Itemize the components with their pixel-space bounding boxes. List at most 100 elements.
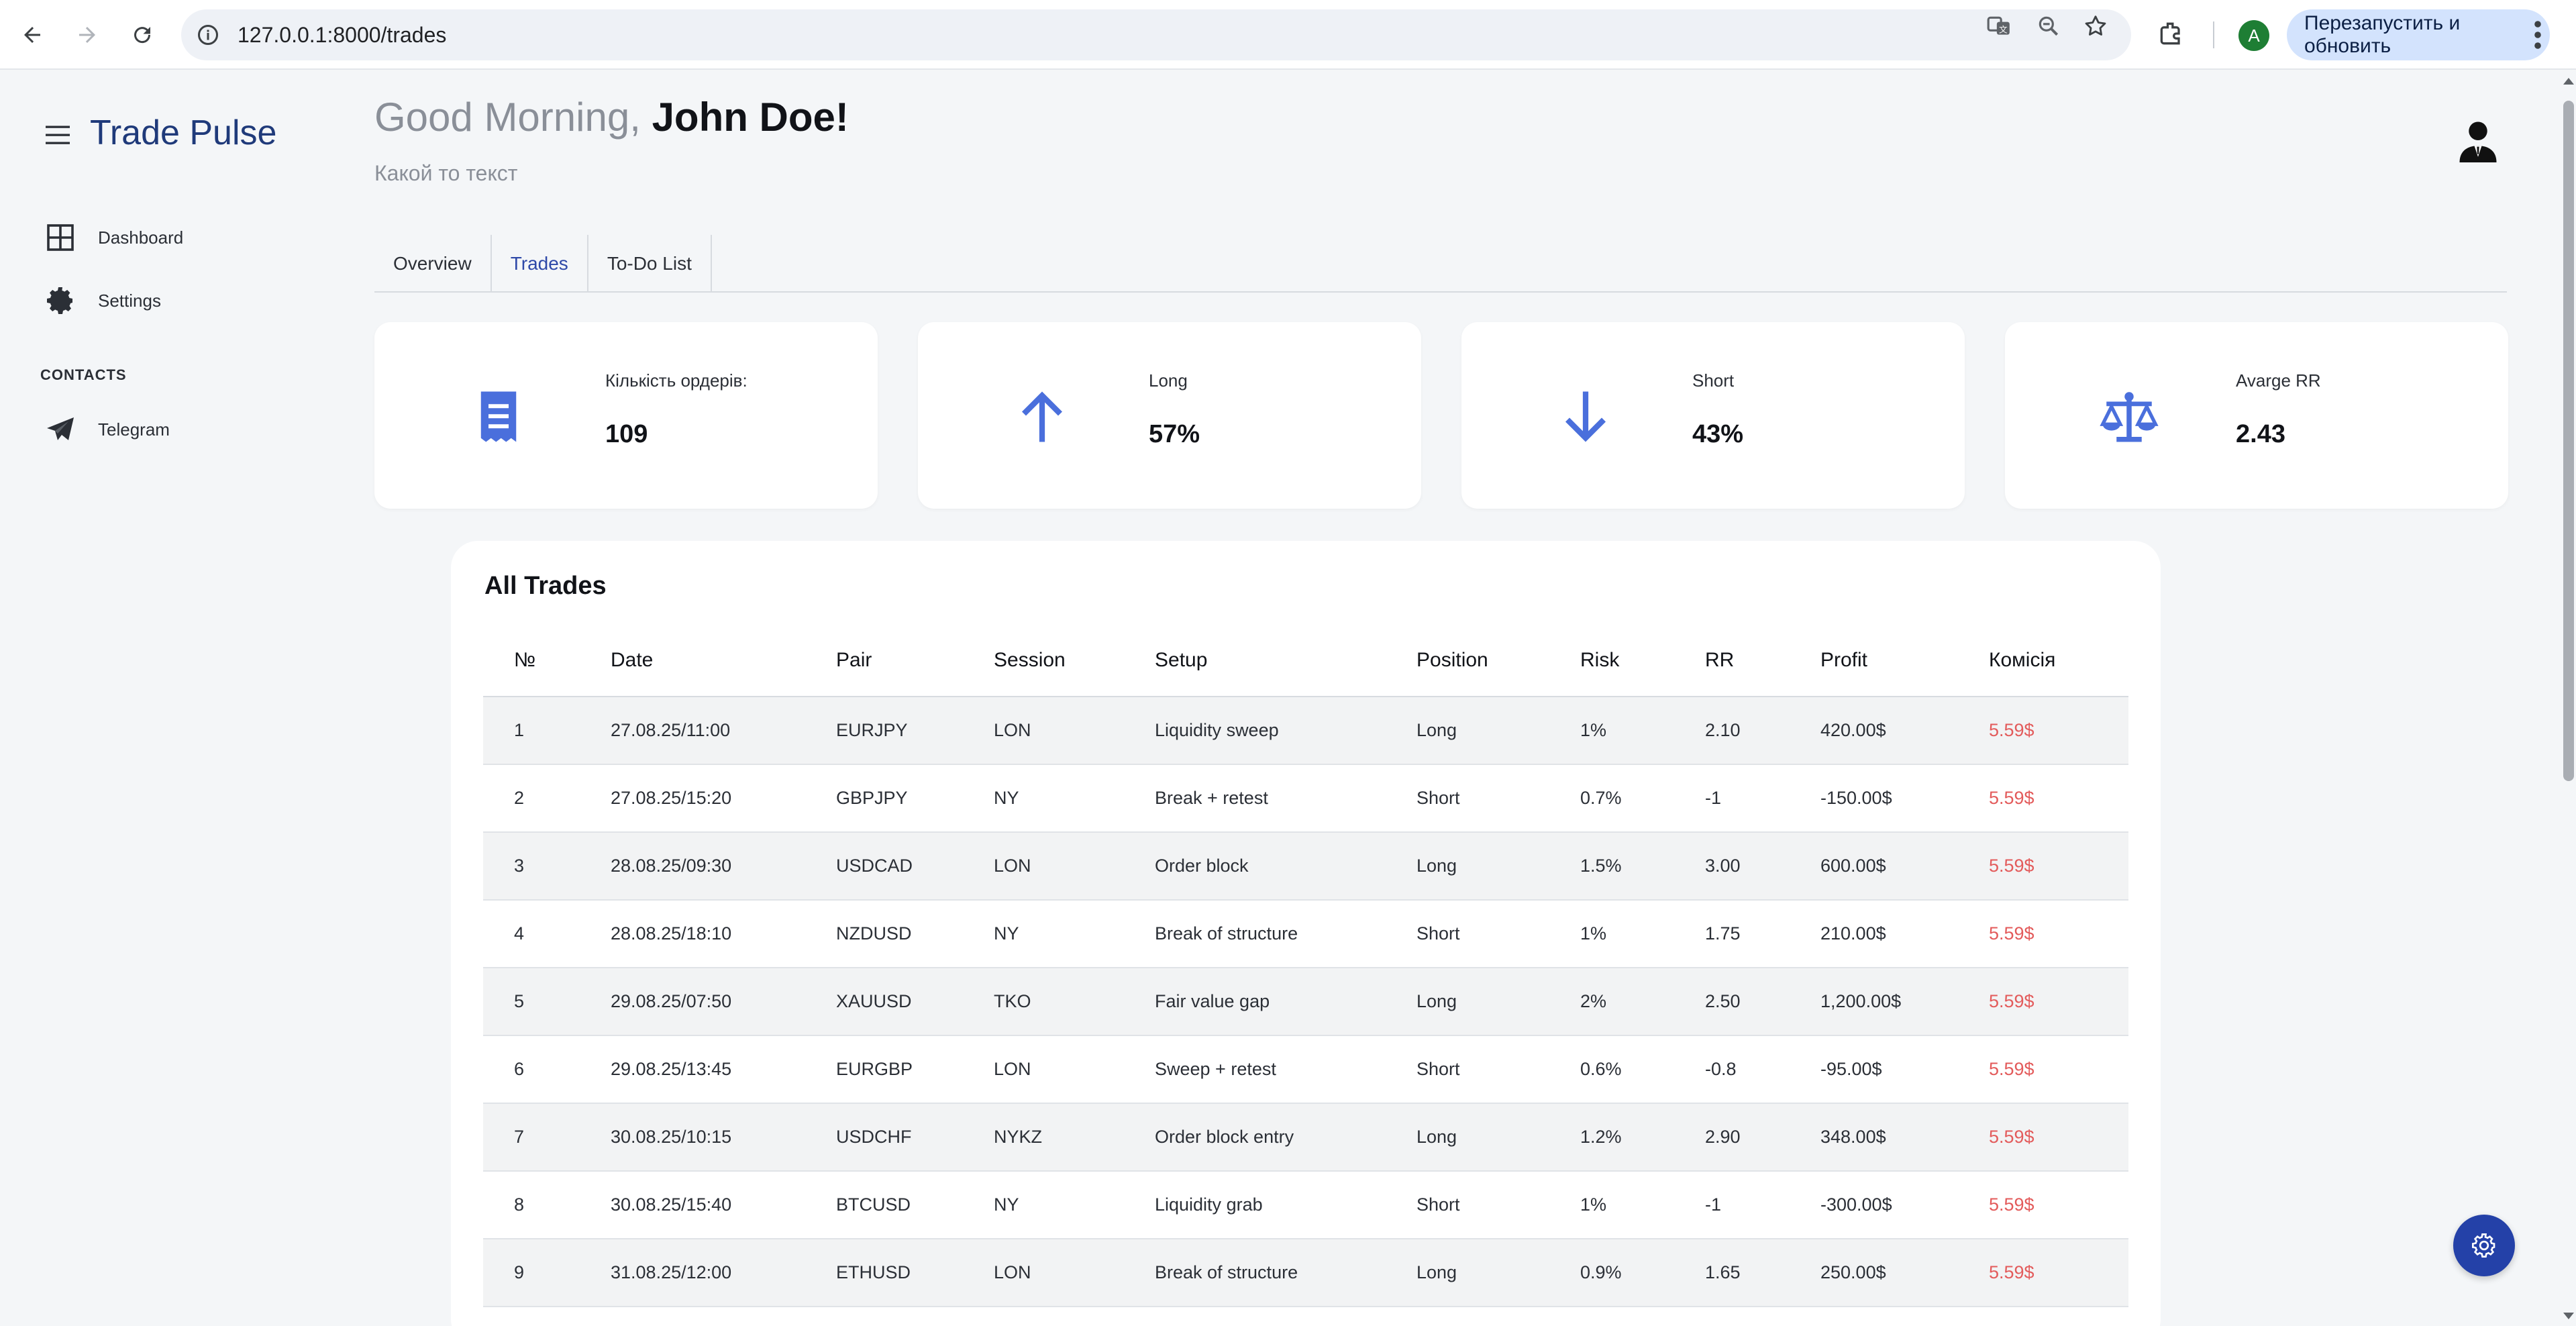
arrow-up-icon (1022, 391, 1062, 442)
table-row[interactable]: 5 29.08.25/07:50 XAUUSD TKO Fair value gap Lo… (483, 968, 2128, 1036)
table-cell: 5.59$ (1958, 900, 2128, 968)
table-cell: LON (963, 1035, 1124, 1104)
table-cell: XAUUSD (805, 968, 963, 1036)
column-header[interactable]: Комісія (1958, 624, 2128, 697)
column-header[interactable]: Setup (1124, 624, 1386, 697)
browser-toolbar: 127.0.0.1:8000/trades 文 A Перезапустить … (0, 0, 2576, 70)
translate-icon[interactable]: 文 (1986, 13, 2012, 39)
column-header[interactable]: Risk (1549, 624, 1674, 697)
table-cell: 5.59$ (1958, 832, 2128, 901)
scrollbar-thumb[interactable] (2563, 101, 2574, 781)
table-row[interactable]: 7 30.08.25/10:15 USDCHF NYKZ Order block ent… (483, 1103, 2128, 1172)
table-cell: 7 (483, 1103, 580, 1172)
table-cell: 30.08.25/10:15 (580, 1103, 805, 1172)
table-row[interactable]: 4 28.08.25/18:10 NZDUSD NY Break of structur… (483, 900, 2128, 968)
table-cell: 29.08.25/13:45 (580, 1035, 805, 1104)
arrow-down-icon (1565, 391, 1606, 442)
scroll-up-icon[interactable] (2562, 75, 2575, 89)
sidebar-item-settings[interactable]: Settings (44, 285, 161, 317)
trades-table: № Date Pair Session Setup Position Risk … (483, 624, 2128, 1307)
stat-value: 109 (605, 420, 648, 448)
table-cell: NY (963, 1171, 1124, 1239)
table-row[interactable]: 3 28.08.25/09:30 USDCAD LON Order block Long 1… (483, 832, 2128, 901)
table-cell: 0.9% (1549, 1239, 1674, 1307)
table-cell: EURGBP (805, 1035, 963, 1104)
telegram-icon (47, 417, 74, 440)
table-cell: LON (963, 1239, 1124, 1307)
stat-label: Кількість ордерів: (605, 370, 748, 391)
table-cell: 3.00 (1674, 832, 1790, 901)
table-row[interactable]: 9 31.08.25/12:00 ETHUSD LON Break of structu… (483, 1239, 2128, 1307)
table-cell: EURJPY (805, 697, 963, 765)
table-cell: -300.00$ (1790, 1171, 1958, 1239)
table-cell: 250.00$ (1790, 1239, 1958, 1307)
back-button[interactable] (15, 17, 50, 52)
table-cell: Fair value gap (1124, 968, 1386, 1036)
gear-icon (47, 287, 72, 314)
sidebar-item-telegram[interactable]: Telegram (44, 413, 170, 446)
table-cell: Short (1386, 1171, 1549, 1239)
url-text[interactable]: 127.0.0.1:8000/trades (238, 9, 446, 60)
brand-title[interactable]: Trade Pulse (90, 113, 276, 153)
stat-card-orders: Кількість ордерів: 109 (374, 322, 878, 509)
table-cell: Long (1386, 1239, 1549, 1307)
stat-card-avg-rr: Avarge RR 2.43 (2005, 322, 2508, 509)
column-header[interactable]: Position (1386, 624, 1549, 697)
table-row[interactable]: 6 29.08.25/13:45 EURGBP LON Sweep + retest Sh… (483, 1035, 2128, 1104)
column-header[interactable]: Date (580, 624, 805, 697)
greeting-subtitle: Какой то текст (374, 161, 518, 185)
zoom-icon[interactable] (2036, 13, 2061, 39)
table-cell: 1.75 (1674, 900, 1790, 968)
table-row[interactable]: 1 27.08.25/11:00 EURJPY LON Liquidity sweep L… (483, 697, 2128, 765)
table-cell: -0.8 (1674, 1035, 1790, 1104)
table-cell: NY (963, 764, 1124, 833)
scroll-down-icon[interactable] (2562, 1309, 2575, 1322)
table-cell: Short (1386, 764, 1549, 833)
floating-settings-button[interactable] (2453, 1215, 2515, 1276)
column-header[interactable]: Profit (1790, 624, 1958, 697)
table-cell: NZDUSD (805, 900, 963, 968)
table-cell: Short (1386, 900, 1549, 968)
table-cell: 5.59$ (1958, 697, 2128, 765)
tab-todo-list[interactable]: To-Do List (588, 235, 712, 293)
forward-button[interactable] (70, 17, 105, 52)
table-cell: 0.7% (1549, 764, 1674, 833)
table-cell: Long (1386, 1103, 1549, 1172)
sidebar-item-label: Settings (98, 290, 161, 311)
browser-menu-icon[interactable] (2534, 20, 2542, 50)
table-cell: Sweep + retest (1124, 1035, 1386, 1104)
stat-label: Short (1692, 370, 1735, 391)
address-bar[interactable]: 127.0.0.1:8000/trades (181, 9, 2131, 60)
table-cell: -95.00$ (1790, 1035, 1958, 1104)
hamburger-menu-icon[interactable] (46, 125, 70, 145)
tab-overview[interactable]: Overview (374, 235, 492, 293)
bookmark-star-icon[interactable] (2083, 13, 2108, 39)
table-cell: Liquidity sweep (1124, 697, 1386, 765)
table-row[interactable]: 8 30.08.25/15:40 BTCUSD NY Liquidity grab Sho… (483, 1171, 2128, 1239)
table-cell: 3 (483, 832, 580, 901)
reload-button[interactable] (125, 17, 160, 52)
greeting-text: Good Morning, (374, 95, 652, 140)
stat-value: 43% (1692, 420, 1744, 448)
table-cell: 5 (483, 968, 580, 1036)
table-cell: Order block entry (1124, 1103, 1386, 1172)
column-header[interactable]: RR (1674, 624, 1790, 697)
profile-avatar[interactable]: A (2238, 20, 2269, 51)
site-info-icon[interactable] (196, 23, 220, 47)
table-cell: TKO (963, 968, 1124, 1036)
column-header[interactable]: № (483, 624, 580, 697)
user-avatar[interactable] (2456, 118, 2500, 162)
update-button[interactable]: Перезапустить и обновить (2287, 9, 2550, 60)
table-cell: NYKZ (963, 1103, 1124, 1172)
sidebar-item-dashboard[interactable]: Dashboard (44, 221, 183, 254)
table-cell: Long (1386, 832, 1549, 901)
table-cell: 5.59$ (1958, 1171, 2128, 1239)
extensions-icon[interactable] (2157, 19, 2186, 48)
table-cell: USDCHF (805, 1103, 963, 1172)
tab-trades[interactable]: Trades (492, 235, 588, 293)
table-cell: 5.59$ (1958, 1035, 2128, 1104)
table-row[interactable]: 2 27.08.25/15:20 GBPJPY NY Break + retest Sho… (483, 764, 2128, 833)
column-header[interactable]: Pair (805, 624, 963, 697)
table-cell: 1% (1549, 697, 1674, 765)
column-header[interactable]: Session (963, 624, 1124, 697)
